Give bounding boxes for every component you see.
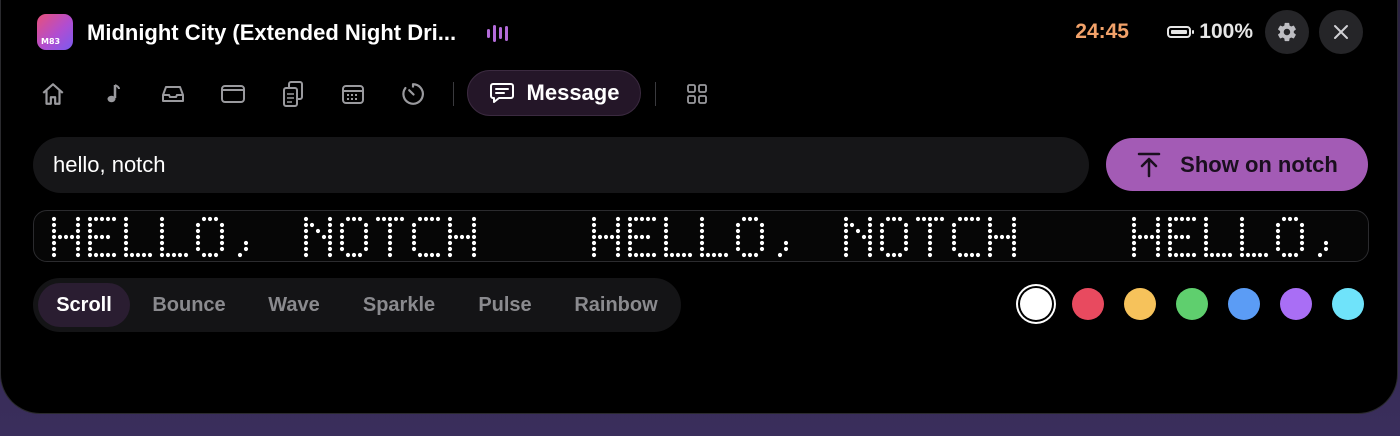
- notch-panel: M83 Midnight City (Extended Night Dri...…: [0, 0, 1398, 414]
- gear-icon: [1278, 22, 1296, 42]
- window-icon[interactable]: [219, 80, 247, 108]
- color-swatch-white[interactable]: [1020, 288, 1052, 320]
- tab-message[interactable]: Message: [467, 70, 641, 116]
- message-bubble-icon: [489, 83, 514, 103]
- effect-tab-pulse[interactable]: Pulse: [465, 283, 545, 327]
- show-on-notch-label: Show on notch: [1180, 151, 1338, 177]
- color-swatch-red[interactable]: [1072, 288, 1104, 320]
- tab-message-label: Message: [526, 80, 620, 105]
- color-swatch-yellow[interactable]: [1124, 288, 1156, 320]
- timer-readout: 24:45: [1075, 20, 1129, 43]
- effect-tab-wave[interactable]: Wave: [253, 283, 335, 327]
- effect-tab-bounce[interactable]: Bounce: [139, 283, 239, 327]
- grid-icon[interactable]: [683, 80, 711, 108]
- album-art[interactable]: M83: [37, 14, 73, 50]
- home-icon[interactable]: [39, 80, 67, 108]
- arrow-up-to-top-icon: [1137, 152, 1161, 177]
- close-button[interactable]: [1319, 10, 1363, 54]
- battery-percent: 100%: [1199, 20, 1253, 43]
- color-swatch-cyan[interactable]: [1332, 288, 1364, 320]
- nav-divider: [655, 82, 656, 106]
- album-badge: M83: [41, 37, 61, 46]
- led-dot-matrix: [51, 216, 1329, 258]
- music-note-icon[interactable]: [99, 80, 127, 108]
- battery-icon: [1167, 26, 1195, 38]
- led-preview: [33, 210, 1369, 262]
- color-swatch-purple[interactable]: [1280, 288, 1312, 320]
- message-input[interactable]: [33, 137, 1089, 193]
- settings-button[interactable]: [1265, 10, 1309, 54]
- battery-status: 100%: [1167, 20, 1253, 44]
- effect-selector: Scroll Bounce Wave Sparkle Pulse Rainbow: [33, 278, 681, 332]
- color-swatch-blue[interactable]: [1228, 288, 1260, 320]
- inbox-tray-icon[interactable]: [159, 80, 187, 108]
- timer-icon[interactable]: [399, 80, 427, 108]
- show-on-notch-button[interactable]: Show on notch: [1106, 138, 1368, 191]
- color-swatch-green[interactable]: [1176, 288, 1208, 320]
- header: M83 Midnight City (Extended Night Dri...…: [37, 10, 1369, 54]
- effect-tab-sparkle[interactable]: Sparkle: [349, 283, 449, 327]
- effect-tab-rainbow[interactable]: Rainbow: [559, 283, 673, 327]
- equalizer-icon: [487, 24, 508, 42]
- effect-tab-scroll[interactable]: Scroll: [38, 283, 130, 327]
- nav-bar: Message: [37, 70, 737, 118]
- clipboard-icon[interactable]: [279, 80, 307, 108]
- close-icon: [1334, 25, 1348, 39]
- track-title[interactable]: Midnight City (Extended Night Dri...: [87, 20, 456, 46]
- calendar-icon[interactable]: [339, 80, 367, 108]
- nav-divider: [453, 82, 454, 106]
